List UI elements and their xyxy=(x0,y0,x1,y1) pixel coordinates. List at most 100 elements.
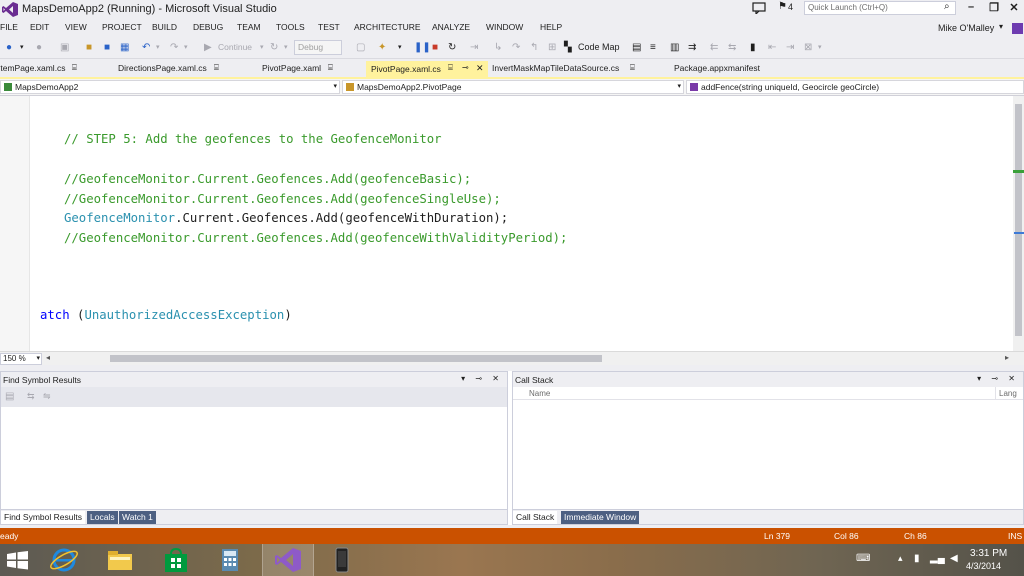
code-line[interactable]: //GeofenceMonitor.Current.Geofences.Add(… xyxy=(64,172,471,186)
restart-icon[interactable]: ↻ xyxy=(448,41,456,54)
menu-help[interactable]: HELP xyxy=(540,22,562,32)
windows-store-icon[interactable] xyxy=(160,546,192,574)
open-folder-icon[interactable]: ■ xyxy=(86,41,92,54)
chevron-down-icon[interactable]: ▾ xyxy=(156,41,160,54)
step-into-icon[interactable]: ↳ xyxy=(494,41,502,54)
chevron-down-icon[interactable]: ▾ xyxy=(284,41,288,54)
search-icon[interactable]: ⌕ xyxy=(944,1,950,12)
menu-file[interactable]: FILE xyxy=(0,22,18,32)
volume-icon[interactable]: ◀ xyxy=(950,553,958,564)
feedback-icon[interactable] xyxy=(752,2,766,14)
browse-icon[interactable]: ⇋ xyxy=(43,391,51,402)
menu-window[interactable]: WINDOW xyxy=(486,22,523,32)
file-explorer-icon[interactable] xyxy=(104,546,136,574)
menu-view[interactable]: VIEW xyxy=(65,22,87,32)
vertical-scrollbar[interactable] xyxy=(1013,96,1024,351)
network-icon[interactable]: ▂▄ xyxy=(930,553,945,564)
internet-explorer-icon[interactable] xyxy=(48,546,80,574)
tab-watch-1[interactable]: Watch 1 xyxy=(119,511,156,524)
member-dropdown[interactable]: addFence(string uniqueId, Geocircle geoC… xyxy=(686,80,1024,94)
comment-icon[interactable]: ≡ xyxy=(650,41,656,54)
panel-window-buttons[interactable]: ▾ ⊸ ✕ xyxy=(461,374,503,383)
tab-package-appxmanifest[interactable]: Package.appxmanifest xyxy=(674,63,760,73)
code-line[interactable]: //GeofenceMonitor.Current.Geofences.Add(… xyxy=(64,192,501,206)
pin-icon[interactable]: ⌸ xyxy=(328,63,333,73)
tab-invertmaskmaptiledatasource-cs[interactable]: InvertMaskMapTileDataSource.cs xyxy=(492,63,619,73)
code-editor[interactable]: // STEP 5: Add the geofences to the Geof… xyxy=(0,96,1024,351)
menu-tools[interactable]: TOOLS xyxy=(276,22,305,32)
account-badge-icon[interactable] xyxy=(1012,23,1023,34)
next-bookmark-icon[interactable]: ⇥ xyxy=(786,41,794,54)
menu-build[interactable]: BUILD xyxy=(152,22,177,32)
redo-icon[interactable]: ↷ xyxy=(170,41,178,54)
break-all-icon[interactable]: ❚❚ xyxy=(414,41,431,54)
tab-immediate-window[interactable]: Immediate Window xyxy=(561,511,640,524)
calculator-icon[interactable] xyxy=(214,546,246,574)
step-out-icon[interactable]: ↰ xyxy=(530,41,538,54)
continue-button[interactable]: Continue xyxy=(218,41,252,54)
toolbox-icon[interactable]: ▤ xyxy=(632,41,641,54)
menu-project[interactable]: PROJECT xyxy=(102,22,142,32)
code-line[interactable]: atch (UnauthorizedAccessException) xyxy=(40,308,292,322)
indent-icon[interactable]: ⇉ xyxy=(688,41,696,54)
tab-directionspage-xaml-cs[interactable]: DirectionsPage.xaml.cs xyxy=(118,63,207,73)
menu-team[interactable]: TEAM xyxy=(237,22,261,32)
bookmark-icon[interactable]: ▮ xyxy=(750,41,756,54)
show-next-statement-icon[interactable]: ⇥ xyxy=(470,41,478,54)
stop-debugging-icon[interactable]: ■ xyxy=(432,41,438,54)
notification-flag-icon[interactable]: ⚑ xyxy=(778,1,787,12)
step-over-icon[interactable]: ↷ xyxy=(512,41,520,54)
attach-icon[interactable]: ↻ xyxy=(270,41,278,54)
scroll-right-icon[interactable]: ▸ xyxy=(1005,353,1009,362)
visual-studio-icon[interactable] xyxy=(272,546,304,574)
quick-launch-input[interactable]: Quick Launch (Ctrl+Q) xyxy=(804,1,956,15)
touch-keyboard-icon[interactable]: ⌨ xyxy=(856,553,870,564)
pin-icon[interactable]: ⌸ xyxy=(72,63,77,73)
code-line[interactable]: GeofenceMonitor.Current.Geofences.Add(ge… xyxy=(64,211,508,225)
keep-open-icon[interactable]: ⊸ xyxy=(462,63,469,72)
zoom-select[interactable]: 150 % ▾ xyxy=(0,353,42,365)
tab-itempage-xaml-cs[interactable]: ItemPage.xaml.cs xyxy=(0,63,66,73)
solution-configuration-select[interactable]: Debug xyxy=(294,40,342,55)
navigate-forward-icon[interactable]: ● xyxy=(36,41,42,54)
tab-find-symbol-results[interactable]: Find Symbol Results xyxy=(1,511,85,524)
chevron-down-icon[interactable]: ▾ xyxy=(20,41,24,54)
prev-bookmark-icon[interactable]: ⇤ xyxy=(768,41,776,54)
clock-date[interactable]: 4/3/2014 xyxy=(966,561,1001,571)
toggle-breakpoint-icon[interactable]: ▥ xyxy=(670,41,679,54)
chevron-down-icon[interactable]: ▾ xyxy=(398,41,402,54)
tab-call-stack[interactable]: Call Stack xyxy=(513,511,558,524)
tab-pivotpage-xaml[interactable]: PivotPage.xaml xyxy=(262,63,321,73)
menu-edit[interactable]: EDIT xyxy=(30,22,49,32)
windows-start-icon[interactable] xyxy=(2,546,34,574)
menu-architecture[interactable]: ARCHITECTURE xyxy=(354,22,421,32)
code-map-icon[interactable]: ▚ xyxy=(564,41,572,54)
menu-debug[interactable]: DEBUG xyxy=(193,22,223,32)
navigate-back-icon[interactable]: ● xyxy=(6,41,12,54)
close-button[interactable]: ✕ xyxy=(1006,1,1022,17)
clear-bookmarks-icon[interactable]: ⊠ xyxy=(804,41,812,54)
close-icon[interactable]: ✕ xyxy=(476,63,484,74)
tab-pivotpage-xaml-cs[interactable]: PivotPage.xaml.cs ⌸ ⊸ ✕ xyxy=(366,61,488,78)
pin-icon[interactable]: ⌸ xyxy=(448,63,453,73)
column-lang[interactable]: Lang xyxy=(999,389,1017,398)
project-dropdown[interactable]: MapsDemoApp2 ▾ xyxy=(0,80,340,94)
phone-emulator-icon[interactable] xyxy=(326,546,358,574)
list-view-icon[interactable]: ▤ xyxy=(5,391,14,402)
show-hidden-icons-icon[interactable]: ▴ xyxy=(898,553,903,564)
editor-margin[interactable] xyxy=(0,96,30,351)
undo-icon[interactable]: ↶ xyxy=(142,41,150,54)
find-in-files-icon[interactable]: ▢ xyxy=(356,41,365,54)
minimize-button[interactable]: – xyxy=(963,1,979,17)
chevron-down-icon[interactable]: ▾ xyxy=(260,41,264,54)
panel-window-buttons[interactable]: ▾ ⊸ ✕ xyxy=(977,374,1019,383)
scroll-left-icon[interactable]: ◂ xyxy=(46,353,50,362)
column-divider[interactable] xyxy=(995,387,996,400)
chevron-down-icon[interactable]: ▾ xyxy=(184,41,188,54)
outdent-icon[interactable]: ⇇ xyxy=(710,41,718,54)
uncomment-icon[interactable]: ⇆ xyxy=(728,41,736,54)
save-icon[interactable]: ■ xyxy=(104,41,110,54)
power-icon[interactable]: ▮ xyxy=(914,553,920,564)
save-all-icon[interactable]: ▦ xyxy=(120,41,129,54)
horizontal-scroll-thumb[interactable] xyxy=(110,355,602,362)
